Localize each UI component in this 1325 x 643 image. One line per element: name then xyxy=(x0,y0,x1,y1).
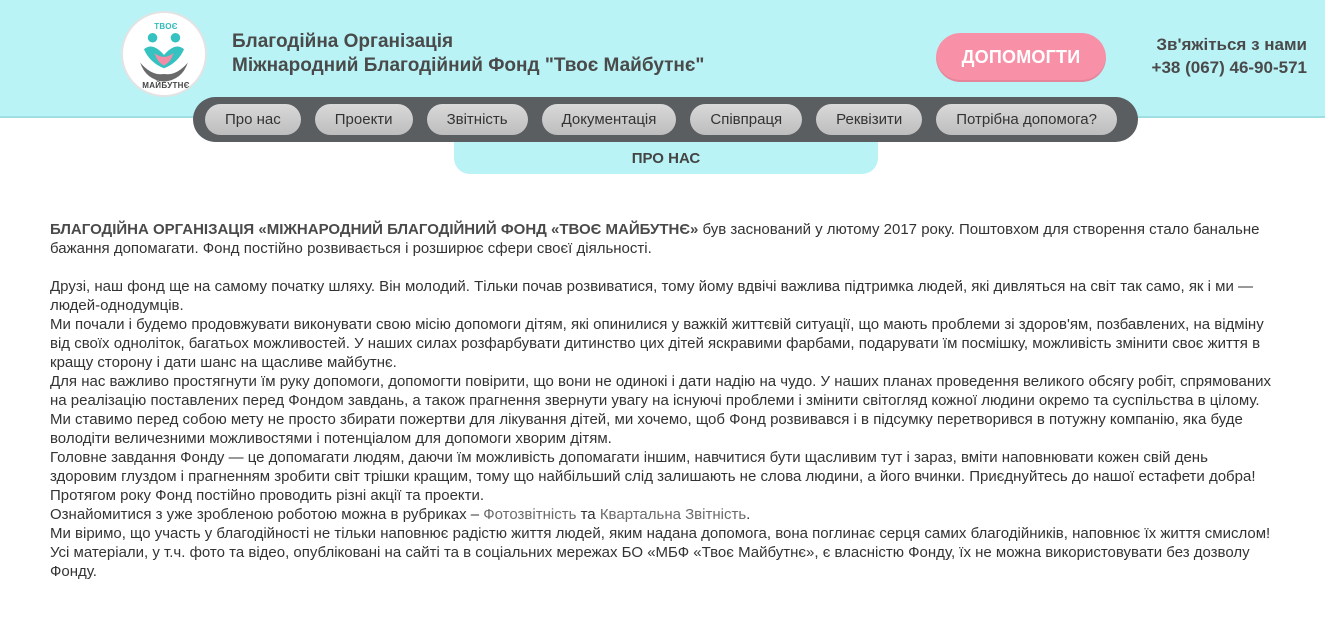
logo-bottom-text: МАЙБУТНЄ xyxy=(142,81,190,90)
article-body: БЛАГОДІЙНА ОРГАНІЗАЦІЯ «МІЖНАРОДНИЙ БЛАГ… xyxy=(50,220,1275,581)
page-section-tab: ПРО НАС xyxy=(454,142,878,174)
logo-top-text: ТВОЄ xyxy=(154,22,178,31)
contact-phone[interactable]: +38 (067) 46-90-571 xyxy=(1152,56,1307,79)
article-paragraph: Друзі, наш фонд ще на самому початку шля… xyxy=(50,278,1254,314)
article-intro: БЛАГОДІЙНА ОРГАНІЗАЦІЯ «МІЖНАРОДНИЙ БЛАГ… xyxy=(50,220,1275,258)
org-title-line2: Міжнародний Благодійний Фонд "Твоє Майбу… xyxy=(232,55,705,76)
article-paragraph: Протягом року Фонд постійно проводить рі… xyxy=(50,487,485,504)
quarterly-reports-link[interactable]: Квартальна Звітність xyxy=(600,506,746,523)
photo-reports-link[interactable]: Фотозвітність xyxy=(483,506,576,523)
article-paragraph: Головне завдання Фонду — це допомагати л… xyxy=(50,449,1256,485)
site-logo[interactable]: ТВОЄ МАЙБУТНЄ xyxy=(121,11,207,97)
links-end-text: . xyxy=(746,506,751,523)
main-nav: Про нас Проекти Звітність Документація С… xyxy=(193,97,1138,142)
article-paragraph: Ми ставимо перед собою мету не просто зб… xyxy=(50,411,1243,447)
nav-item-about[interactable]: Про нас xyxy=(205,104,301,135)
nav-item-need-help[interactable]: Потрібна допомога? xyxy=(936,104,1117,135)
contact-block: Зв'яжіться з нами +38 (067) 46-90-571 xyxy=(1152,33,1307,79)
org-title: Благодійна Організація Міжнародний Благо… xyxy=(232,30,704,78)
article-paragraph: Усі матеріали, у т.ч. фото та відео, опу… xyxy=(50,544,1250,580)
article-intro-bold: БЛАГОДІЙНА ОРГАНІЗАЦІЯ «МІЖНАРОДНИЙ БЛАГ… xyxy=(50,221,699,238)
article-paragraph: Ми почали і будемо продовжувати виконува… xyxy=(50,316,1264,371)
nav-item-projects[interactable]: Проекти xyxy=(314,104,413,135)
org-title-line1: Благодійна Організація xyxy=(232,31,454,52)
article-paragraph: Ми віримо, що участь у благодійності не … xyxy=(50,525,1271,542)
nav-item-cooperation[interactable]: Співпраця xyxy=(690,104,803,135)
help-button[interactable]: ДОПОМОГТИ xyxy=(936,33,1106,82)
nav-item-requisites[interactable]: Реквізити xyxy=(816,104,923,135)
links-mid-text: та xyxy=(576,506,600,523)
links-lead-text: Ознайомитися з уже зробленою роботою мож… xyxy=(50,506,484,523)
contact-title: Зв'яжіться з нами xyxy=(1156,35,1307,54)
article-paragraph-links: Ознайомитися з уже зробленою роботою мож… xyxy=(50,505,1275,524)
nav-item-documentation[interactable]: Документація xyxy=(541,104,677,135)
nav-item-reports[interactable]: Звітність xyxy=(426,104,528,135)
article-paragraph: Для нас важливо простягнути їм руку допо… xyxy=(50,373,1272,409)
